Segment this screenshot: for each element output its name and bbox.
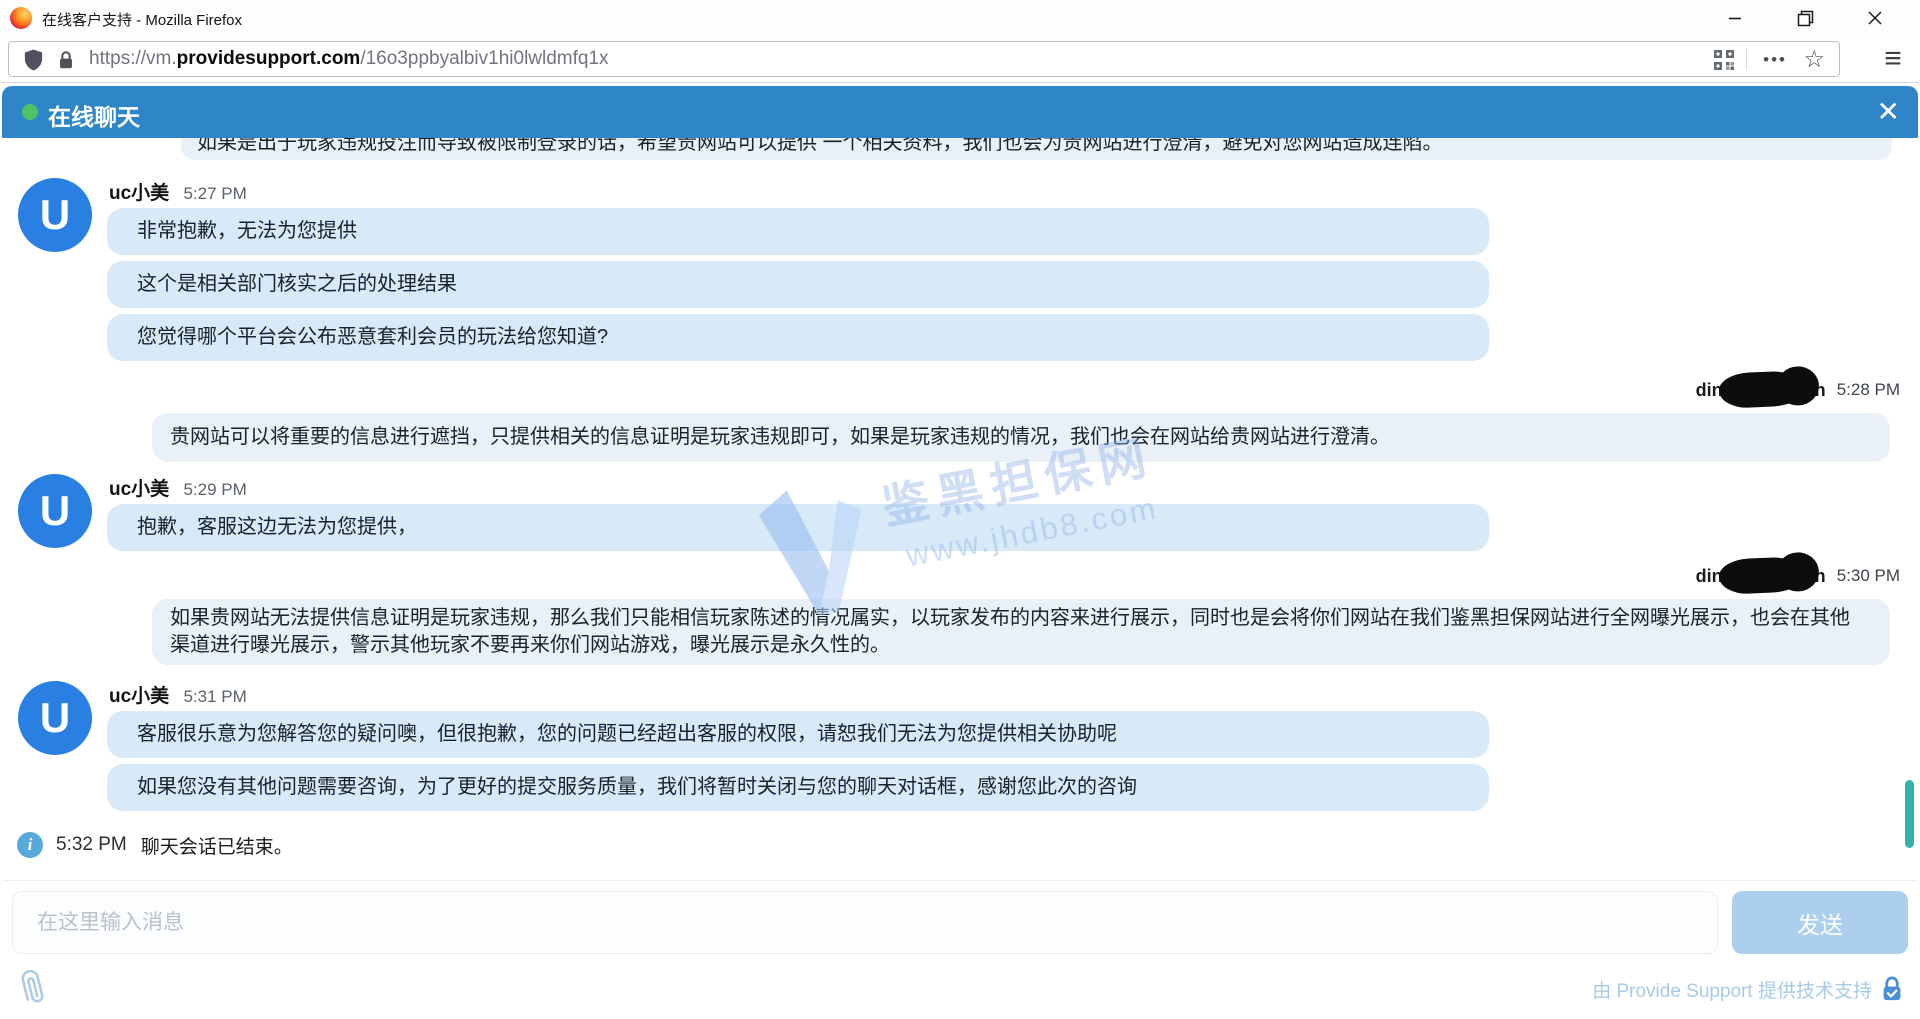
message-text: 如果是出于玩家违规投注而导致被限制登录的话，希望贵网站可以提供 一个相关资料，我… (181, 138, 1892, 158)
message-bubble: 如果贵网站无法提供信息证明是玩家违规，那么我们只能相信玩家陈述的情况属实，以玩家… (152, 599, 1890, 665)
chat-window: 在线聊天 ✕ 如果是出于玩家违规投注而导致被限制登录的话，希望贵网站可以提供 一… (2, 86, 1918, 1019)
message-bubble: 如果您没有其他问题需要咨询，为了更好的提交服务质量，我们将暂时关闭与您的聊天对话… (107, 764, 1489, 811)
message-time: 5:27 PM (183, 184, 246, 203)
agent-avatar: U (18, 178, 92, 252)
message-time: 5:29 PM (183, 480, 246, 499)
agent-avatar: U (18, 474, 92, 548)
system-message: i 5:32 PM 聊天会话已结束。 (2, 831, 1918, 859)
message-bubble: 非常抱歉，无法为您提供 (107, 208, 1489, 255)
message-time: 5:31 PM (183, 687, 246, 706)
tracking-shield-icon[interactable] (22, 48, 45, 77)
close-window-button[interactable] (1852, 4, 1898, 32)
chat-close-icon[interactable]: ✕ (1877, 95, 1900, 128)
agent-name: uc小美 (109, 183, 169, 204)
url-domain: providesupport.com (177, 48, 361, 69)
message-bubble-clipped: 如果是出于玩家违规投注而导致被限制登录的话，希望贵网站可以提供 一个相关资料，我… (181, 138, 1892, 160)
close-icon (1867, 10, 1883, 26)
scrollbar-thumb[interactable] (1905, 780, 1914, 848)
message-bubble: 您觉得哪个平台会公布恶意套利会员的玩法给您知道? (107, 314, 1489, 361)
connection-lock-icon[interactable] (55, 48, 77, 77)
message-group-visitor: dinggan 5:28 PM 贵网站可以将重要的信息进行遮挡，只提供相关的信息… (2, 373, 1918, 462)
window-title: 在线客户支持 - Mozilla Firefox (42, 9, 242, 30)
message-meta: uc小美 5:29 PM (107, 474, 1918, 496)
url-path: /16o3ppbyalbiv1hi0lwldmfq1x (360, 48, 608, 69)
url-text[interactable]: https://vm.providesupport.com/16o3ppbyal… (89, 48, 609, 70)
chat-title: 在线聊天 (48, 98, 140, 132)
title-bar: 在线客户支持 - Mozilla Firefox (0, 0, 1920, 36)
menu-icon[interactable]: ≡ (1878, 46, 1908, 72)
message-group-agent: U uc小美 5:29 PM 抱歉，客服这边无法为您提供， (2, 474, 1918, 551)
message-time: 5:30 PM (1837, 566, 1900, 586)
message-time: 5:28 PM (1837, 380, 1900, 400)
restore-button[interactable] (1782, 4, 1828, 32)
info-icon: i (17, 832, 43, 858)
agent-name: uc小美 (109, 479, 169, 500)
message-meta: uc小美 5:27 PM (107, 178, 1918, 200)
restore-icon (1797, 10, 1814, 27)
page-actions-icon[interactable]: ••• (1763, 43, 1787, 77)
message-meta: dinggan 5:30 PM (2, 559, 1918, 593)
message-group-visitor: dinggan 5:30 PM 如果贵网站无法提供信息证明是玩家违规，那么我们只… (2, 559, 1918, 665)
powered-by[interactable]: 由 Provide Support 提供技术支持 (1592, 975, 1904, 1003)
firefox-window: 在线客户支持 - Mozilla Firefox (0, 0, 1920, 1019)
message-bubble: 这个是相关部门核实之后的处理结果 (107, 261, 1489, 308)
url-scheme: https://vm. (89, 48, 177, 69)
message-group-agent: U uc小美 5:31 PM 客服很乐意为您解答您的疑问噢，但很抱歉，您的问题已… (2, 681, 1918, 811)
minimize-button[interactable] (1712, 4, 1758, 32)
agent-avatar: U (18, 681, 92, 755)
message-bubble: 客服很乐意为您解答您的疑问噢，但很抱歉，您的问题已经超出客服的权限，请恕我们无法… (107, 711, 1489, 758)
agent-name: uc小美 (109, 686, 169, 707)
minimize-icon (1727, 10, 1743, 26)
url-bar[interactable]: https://vm.providesupport.com/16o3ppbyal… (8, 41, 1840, 77)
chat-input-area: 发送 由 Provide Support 提供技术支持 (2, 880, 1918, 1019)
visitor-name-redacted: dinggan (1695, 560, 1827, 592)
send-button[interactable]: 发送 (1732, 891, 1908, 954)
message-time: 5:32 PM (56, 834, 127, 856)
attachment-icon[interactable] (13, 964, 53, 1015)
redaction-scribble (1718, 370, 1805, 409)
redaction-scribble (1718, 556, 1805, 595)
visitor-name-redacted: dinggan (1695, 374, 1827, 406)
urlbar-separator (1746, 49, 1747, 70)
firefox-logo-icon (10, 7, 32, 29)
message-meta: uc小美 5:31 PM (107, 681, 1918, 703)
message-group-agent: U uc小美 5:27 PM 非常抱歉，无法为您提供 这个是相关部门核实之后的处… (2, 178, 1918, 361)
bookmark-star-icon[interactable]: ☆ (1803, 42, 1825, 78)
chat-header: 在线聊天 ✕ (2, 86, 1918, 138)
qr-code-icon[interactable] (1713, 49, 1735, 76)
secure-lock-icon (1880, 975, 1904, 1003)
chat-message-list[interactable]: 如果是出于玩家违规投注而导致被限制登录的话，希望贵网站可以提供 一个相关资料，我… (2, 138, 1918, 880)
online-status-dot (22, 104, 38, 120)
powered-by-text: 由 Provide Support 提供技术支持 (1592, 976, 1872, 1003)
nav-bar: https://vm.providesupport.com/16o3ppbyal… (0, 36, 1920, 83)
message-bubble: 贵网站可以将重要的信息进行遮挡，只提供相关的信息证明是玩家违规即可，如果是玩家违… (152, 413, 1890, 462)
message-meta: dinggan 5:28 PM (2, 373, 1918, 407)
message-bubble: 抱歉，客服这边无法为您提供， (107, 504, 1489, 551)
system-message-text: 聊天会话已结束。 (141, 832, 293, 859)
message-input[interactable] (12, 891, 1718, 954)
